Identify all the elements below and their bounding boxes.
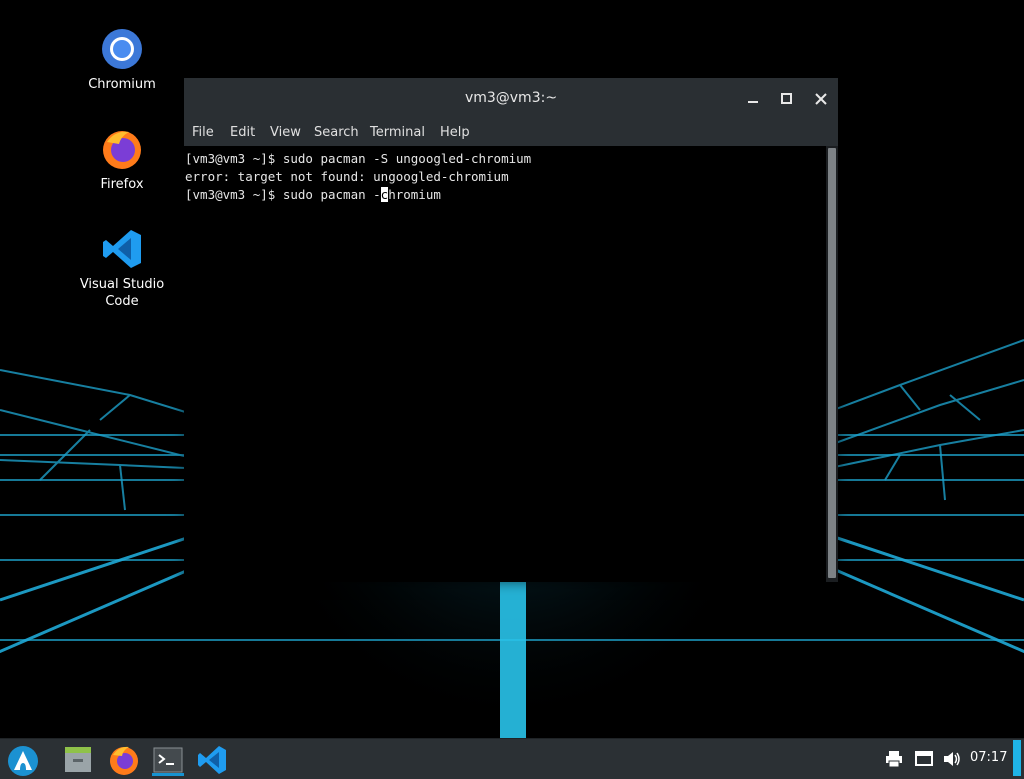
taskbar-vscode[interactable] (192, 741, 232, 777)
terminal-window[interactable]: vm3@vm3:~ File Edit View Search Terminal… (184, 78, 838, 582)
terminal-menubar: File Edit View Search Terminal Help (184, 120, 838, 146)
taskbar-file-manager[interactable] (58, 741, 98, 777)
menu-terminal[interactable]: Terminal (370, 125, 425, 140)
taskbar-firefox[interactable] (104, 741, 144, 777)
desktop-icon-label: Firefox (100, 177, 144, 192)
terminal-input-line[interactable]: [vm3@vm3 ~]$ sudo pacman -chromium (185, 186, 441, 204)
desktop-icon-chromium[interactable]: Chromium (74, 28, 170, 93)
terminal-line: error: target not found: ungoogled-chrom… (185, 169, 509, 184)
command-suffix: hromium (388, 187, 441, 202)
terminal-icon (153, 747, 183, 773)
close-icon (815, 93, 827, 105)
vscode-icon (198, 746, 226, 774)
printer-icon[interactable] (884, 749, 904, 769)
firefox-icon (103, 131, 141, 169)
vscode-icon (103, 230, 141, 268)
volume-icon[interactable] (942, 749, 962, 769)
active-task-indicator (152, 773, 184, 776)
menu-help[interactable]: Help (440, 125, 470, 140)
show-desktop-button[interactable] (1013, 740, 1021, 776)
terminal-output[interactable]: [vm3@vm3 ~]$ sudo pacman -S ungoogled-ch… (184, 146, 826, 582)
firefox-icon (110, 746, 138, 775)
display-icon[interactable] (914, 749, 934, 769)
menu-view[interactable]: View (270, 125, 301, 140)
desktop-icon-firefox[interactable]: Firefox (74, 128, 170, 193)
taskbar-clock[interactable]: 07:17 (970, 750, 1007, 765)
minimize-button[interactable] (742, 88, 764, 110)
menu-search[interactable]: Search (314, 125, 359, 140)
terminal-scrollbar[interactable] (826, 146, 838, 582)
file-manager-icon (65, 747, 91, 772)
terminal-titlebar[interactable]: vm3@vm3:~ (184, 78, 838, 120)
desktop-icon-label: Chromium (88, 77, 156, 92)
window-title: vm3@vm3:~ (464, 90, 558, 106)
desktop-icon-label: Visual Studio Code (79, 277, 165, 309)
chromium-icon (102, 29, 142, 69)
terminal-line: [vm3@vm3 ~]$ sudo pacman -S ungoogled-ch… (185, 151, 532, 166)
command-prefix: [vm3@vm3 ~]$ sudo pacman - (185, 187, 381, 202)
menu-edit[interactable]: Edit (230, 125, 255, 140)
app-menu-button[interactable] (2, 741, 42, 777)
close-button[interactable] (810, 88, 832, 110)
menu-file[interactable]: File (192, 125, 214, 140)
taskbar-terminal[interactable] (148, 741, 188, 777)
maximize-button[interactable] (776, 88, 798, 110)
scrollbar-thumb[interactable] (828, 148, 836, 578)
maximize-icon (781, 93, 792, 104)
app-menu-icon (8, 746, 38, 776)
minimize-icon (748, 101, 758, 103)
desktop-icon-vscode[interactable]: Visual Studio Code (74, 228, 170, 310)
